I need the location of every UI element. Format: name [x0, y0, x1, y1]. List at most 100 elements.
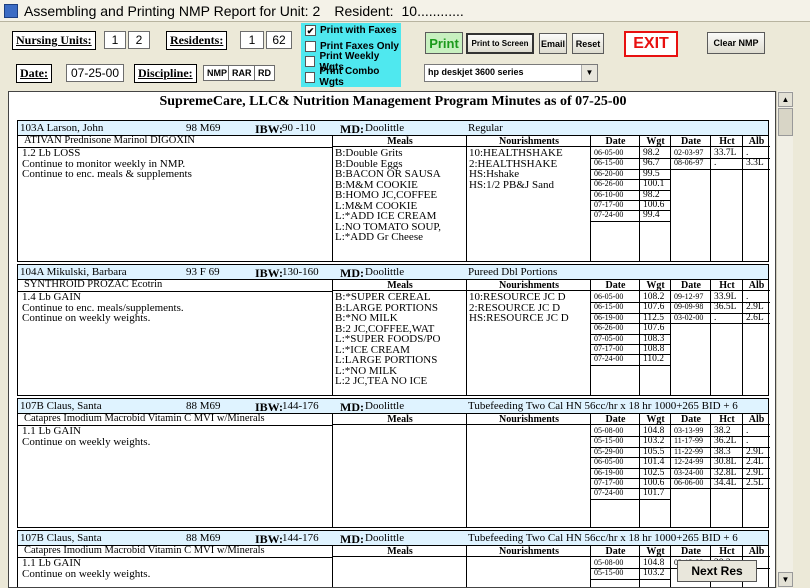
app-icon — [4, 3, 18, 18]
col-header-date: Date — [591, 280, 640, 291]
meal-line: B:Double Grits — [335, 147, 403, 159]
col-header-wgt: Wgt — [640, 280, 671, 291]
weight-value: 103.2 — [643, 568, 665, 579]
col-header-wgt: Wgt — [640, 546, 671, 557]
report-scrollbar[interactable]: ▲ ▼ — [776, 91, 793, 588]
printer-select[interactable]: hp deskjet 3600 series ▼ — [424, 64, 598, 82]
lab-alb: 3.3L — [746, 158, 764, 169]
col-header-nour: Nourishments — [467, 136, 591, 147]
weight-value: 99.4 — [643, 210, 660, 221]
exit-button[interactable]: EXIT — [624, 31, 678, 57]
weight-date: 06-15-00 — [594, 158, 624, 168]
checkbox-icon[interactable] — [305, 40, 316, 52]
date-field[interactable]: 07-25-00 — [66, 64, 124, 82]
col-meals — [333, 414, 467, 527]
lab-hct: 33.9L — [714, 292, 737, 302]
meal-line: L:*ADD Gr Cheese — [335, 231, 423, 243]
window-unit: 2 — [312, 2, 321, 19]
diet-text: Regular — [468, 122, 503, 134]
residents-from-field[interactable]: 1 — [240, 31, 264, 49]
md-value: Doolittle — [365, 266, 405, 278]
record-stats: 88 M69 — [186, 532, 221, 544]
reset-button[interactable]: Reset — [572, 33, 604, 54]
checkbox-checked-icon[interactable]: ✔ — [305, 25, 316, 37]
option-label: Print with Faxes — [320, 25, 397, 37]
print-button[interactable]: Print — [425, 32, 463, 54]
scroll-thumb[interactable] — [778, 108, 793, 136]
lab-date: 03-13-99 — [674, 426, 704, 435]
lab-date: 11-17-99 — [674, 436, 704, 446]
record-name: 104A Mikulski, Barbara — [20, 266, 127, 278]
checkbox-icon[interactable] — [305, 56, 316, 68]
report-title: SupremeCare, LLC& Nutrition Management P… — [159, 94, 627, 109]
title-bar: Assembling and Printing NMP Report for U… — [0, 0, 810, 22]
lab-hct: . — [714, 158, 717, 169]
discipline-rar[interactable]: RAR — [228, 65, 256, 81]
residents-label: Residents: — [166, 31, 228, 50]
lab-row-line — [671, 488, 770, 490]
record-header: 103A Larson, John 98 M69 IBW: 90 -110 MD: Doo… — [17, 120, 769, 136]
clear-nmp-button[interactable]: Clear NMP — [707, 32, 765, 54]
nourishment-line: 10:HEALTHSHAKE — [469, 147, 563, 159]
meal-line: B:*NO MILK — [335, 312, 398, 324]
weight-value: 108.8 — [643, 344, 665, 354]
col-header-nour: Nourishments — [467, 414, 591, 425]
note-line: 1.1 Lb GAIN — [22, 425, 81, 437]
lab-date: 03-24-00 — [674, 467, 704, 477]
weight-row-line — [591, 578, 671, 580]
lab-date: 06-06-00 — [674, 478, 704, 487]
option-print-with-faxes[interactable]: ✔ Print with Faxes — [301, 23, 401, 39]
record-name: 103A Larson, John — [20, 122, 104, 134]
weight-date: 06-10-00 — [594, 189, 624, 199]
weight-date: 05-29-00 — [594, 446, 624, 456]
lab-alb: 2.9L — [746, 446, 764, 457]
chevron-down-icon[interactable]: ▼ — [581, 65, 597, 81]
scroll-up-icon[interactable]: ▲ — [778, 92, 793, 107]
meal-line: L:*ADD ICE CREAM — [335, 210, 437, 222]
scroll-down-icon[interactable]: ▼ — [778, 572, 793, 587]
meal-line: B:*SUPER CEREAL — [335, 291, 431, 303]
col-header-meals: Meals — [333, 136, 467, 147]
lab-hct: 33.7L — [714, 148, 737, 158]
units-from-field[interactable]: 1 — [104, 31, 126, 49]
record-name: 107B Claus, Santa — [20, 400, 102, 412]
lab-hct: . — [714, 312, 717, 323]
lab-hct: 32.8L — [714, 467, 737, 478]
nursing-units-label: Nursing Units: — [12, 31, 96, 50]
date-label: Date: — [16, 64, 52, 83]
weight-value: 100.6 — [643, 200, 665, 210]
lab-alb: . — [746, 292, 749, 302]
md-label: MD: — [340, 532, 364, 546]
weight-date: 05-15-00 — [594, 436, 624, 446]
col-header-alb: Alb — [743, 280, 770, 291]
units-to-field[interactable]: 2 — [128, 31, 150, 49]
lab-hct: 36.5L — [714, 302, 737, 313]
weight-value: 100.6 — [643, 478, 665, 488]
meal-line: B:HOMO JC,COFFEE — [335, 189, 438, 201]
print-to-screen-button[interactable]: Print to Screen — [466, 33, 534, 54]
record-body: SYNTHROID PROZAC Ecotrin Meals Nourishment… — [17, 279, 770, 396]
col-header-date2: Date — [671, 414, 711, 425]
ibw-value: 144-176 — [282, 532, 319, 544]
weight-value: 108.3 — [643, 333, 665, 344]
checkbox-icon[interactable] — [305, 71, 316, 83]
weight-value: 96.7 — [643, 158, 660, 169]
discipline-rd[interactable]: RD — [254, 65, 275, 81]
weight-date: 06-05-00 — [594, 457, 624, 467]
weight-value: 102.5 — [643, 467, 665, 478]
lab-alb: 2.4L — [746, 457, 764, 468]
record-stats: 88 M69 — [186, 400, 221, 412]
record-name: 107B Claus, Santa — [20, 532, 102, 544]
next-resident-button[interactable]: Next Res — [677, 560, 757, 582]
meal-line: L:LARGE PORTIONS — [335, 354, 438, 366]
md-value: Doolittle — [365, 532, 405, 544]
discipline-nmp[interactable]: NMP — [203, 65, 231, 81]
note-line: 1.1 Lb GAIN — [22, 557, 81, 569]
col-header-date2: Date — [671, 280, 711, 291]
option-print-combo-wgts[interactable]: Print Combo Wgts — [301, 66, 401, 88]
email-button[interactable]: Email — [539, 33, 567, 54]
weight-date: 05-08-00 — [594, 426, 624, 435]
weight-date: 07-05-00 — [594, 333, 624, 343]
nourishment-line: HS:1/2 PB&J Sand — [469, 178, 554, 191]
residents-to-field[interactable]: 62 — [266, 31, 292, 49]
